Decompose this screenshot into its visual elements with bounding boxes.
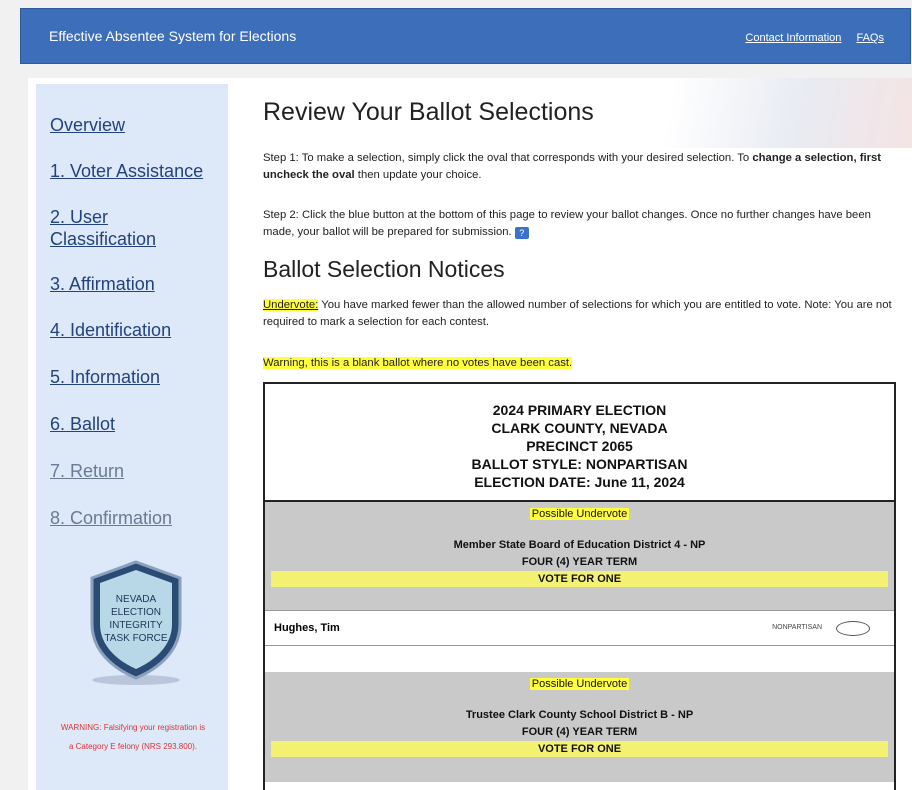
flag-decoration <box>612 78 912 148</box>
badge-text-line1: NEVADA <box>116 594 157 605</box>
contest-title: Member State Board of Education District… <box>453 539 706 551</box>
possible-undervote-badge: Possible Undervote <box>529 678 630 690</box>
possible-undervote-badge: Possible Undervote <box>529 508 630 520</box>
sidebar-item-confirmation[interactable]: 8. Confirmation <box>50 507 172 529</box>
undervote-notice: Undervote: You have marked fewer than th… <box>263 297 893 331</box>
blank-ballot-warning-text: Warning, this is a blank ballot where no… <box>263 357 573 369</box>
step-1-text: Step 1: To make a selection, simply clic… <box>263 152 753 164</box>
blank-ballot-warning: Warning, this is a blank ballot where no… <box>263 355 893 372</box>
ballot-county: CLARK COUNTY, NEVADA <box>491 420 668 436</box>
ballot-precinct: PRECINCT 2065 <box>526 438 633 454</box>
step-2-text: Step 2: Click the blue button at the bot… <box>263 209 871 238</box>
falsification-warning: WARNING: Falsifying your registration is… <box>60 723 206 751</box>
candidate-row[interactable]: Hughes, Tim NONPARTISAN <box>265 610 894 646</box>
step-2-instructions: Step 2: Click the blue button at the bot… <box>263 207 893 241</box>
top-banner: Effective Absentee System for Elections … <box>20 8 911 64</box>
sidebar-item-affirmation[interactable]: 3. Affirmation <box>50 273 155 295</box>
step-1-end-text: then update your choice. <box>354 169 482 181</box>
badge-text-line4: TASK FORCE <box>104 633 167 644</box>
badge-text-line3: INTEGRITY <box>109 620 163 631</box>
ballot: 2024 PRIMARY ELECTION CLARK COUNTY, NEVA… <box>263 382 896 790</box>
sidebar-item-identification[interactable]: 4. Identification <box>50 319 171 341</box>
app-title: Effective Absentee System for Elections <box>49 28 297 44</box>
sidebar-item-voter-assistance[interactable]: 1. Voter Assistance <box>50 160 203 182</box>
contest-term: FOUR (4) YEAR TERM <box>521 726 638 738</box>
contest-board-of-education: Possible Undervote Member State Board of… <box>265 502 894 610</box>
sidebar-item-information[interactable]: 5. Information <box>50 366 160 388</box>
candidate-party: NONPARTISAN <box>772 624 822 631</box>
ballot-election-date: ELECTION DATE: June 11, 2024 <box>474 474 685 490</box>
task-force-badge-logo: NEVADA ELECTION INTEGRITY TASK FORCE <box>90 560 182 685</box>
vote-for-instruction: VOTE FOR ONE <box>271 741 888 757</box>
badge-text-line2: ELECTION <box>111 607 161 618</box>
sidebar-item-overview[interactable]: Overview <box>50 114 125 136</box>
contest-spacer <box>265 646 894 672</box>
contest-title: Trustee Clark County School District B -… <box>465 709 694 721</box>
undervote-text: You have marked fewer than the allowed n… <box>263 299 892 328</box>
ballot-election-name: 2024 PRIMARY ELECTION <box>492 402 667 418</box>
sidebar-item-return[interactable]: 7. Return <box>50 460 124 482</box>
contact-information-link[interactable]: Contact Information <box>745 32 841 44</box>
undervote-label: Undervote: <box>263 299 319 311</box>
sidebar-item-ballot[interactable]: 6. Ballot <box>50 413 115 435</box>
sidebar-item-user-classification[interactable]: 2. User Classification <box>50 206 200 250</box>
ballot-header: 2024 PRIMARY ELECTION CLARK COUNTY, NEVA… <box>265 384 894 502</box>
page-title: Review Your Ballot Selections <box>263 98 594 126</box>
vote-for-instruction: VOTE FOR ONE <box>271 571 888 587</box>
faqs-link[interactable]: FAQs <box>856 32 884 44</box>
step-1-instructions: Step 1: To make a selection, simply clic… <box>263 150 893 184</box>
header-links: Contact Information FAQs <box>733 32 884 44</box>
ballot-notices-title: Ballot Selection Notices <box>263 256 505 282</box>
contest-school-trustee: Possible Undervote Trustee Clark County … <box>265 672 894 782</box>
ballot-style: BALLOT STYLE: NONPARTISAN <box>471 456 688 472</box>
help-icon[interactable]: ? <box>514 227 529 239</box>
selection-oval[interactable] <box>836 621 870 636</box>
candidate-name: Hughes, Tim <box>274 622 340 634</box>
contest-term: FOUR (4) YEAR TERM <box>521 556 638 568</box>
sidebar: Overview 1. Voter Assistance 2. User Cla… <box>36 84 228 790</box>
